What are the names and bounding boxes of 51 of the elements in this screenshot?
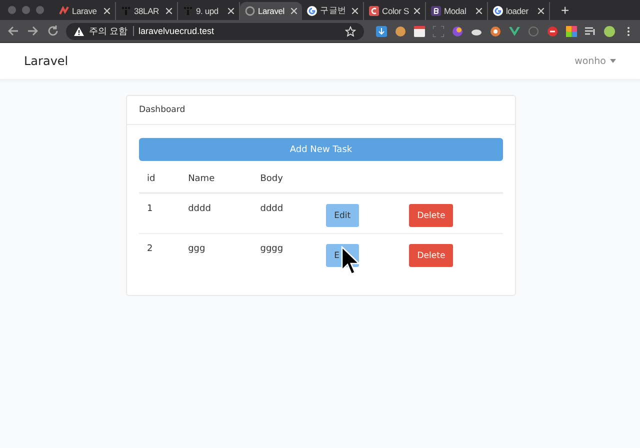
forward-icon[interactable] [26, 24, 40, 38]
table-cell: dddd [180, 193, 252, 234]
delete-button[interactable]: Delete [409, 244, 454, 267]
browser-tab[interactable]: Laravel [240, 2, 302, 20]
avatar-icon[interactable] [604, 26, 615, 36]
extension-icon[interactable] [490, 26, 501, 36]
vue-extension-icon[interactable] [509, 26, 520, 36]
close-tab-icon[interactable] [291, 8, 297, 14]
security-label[interactable]: 주의 요함 [89, 24, 128, 38]
back-icon[interactable] [6, 24, 20, 38]
card-header: Dashboard [127, 96, 515, 125]
close-tab-icon[interactable] [228, 8, 234, 14]
user-menu[interactable]: wonho [574, 56, 616, 66]
extension-icon[interactable] [547, 26, 558, 36]
site-icon [431, 6, 441, 16]
media-icon[interactable] [585, 26, 596, 36]
close-tab-icon[interactable] [166, 8, 172, 14]
site-icon [183, 6, 193, 16]
close-tab-icon[interactable] [476, 8, 482, 14]
site-icon [59, 6, 69, 16]
edit-button[interactable]: Edit [326, 204, 360, 227]
brand-link[interactable]: Laravel [24, 54, 68, 68]
close-tab-icon[interactable] [352, 8, 358, 14]
table-cell: 2 [139, 234, 180, 273]
table-cell: ggg [180, 234, 252, 273]
table-cell: 1 [139, 193, 180, 234]
column-header: Name [180, 165, 252, 193]
screenshot-extension-icon[interactable] [433, 26, 444, 36]
column-header: Body [252, 165, 318, 193]
calendar-extension-icon[interactable] [414, 26, 425, 36]
color-extension-icon[interactable] [452, 26, 463, 36]
url-text: laravelvuecrud.test [138, 26, 214, 36]
palette-extension-icon[interactable] [566, 26, 577, 36]
close-tab-icon[interactable] [414, 8, 420, 14]
site-icon [493, 6, 503, 16]
download-extension-icon[interactable] [376, 26, 387, 36]
caret-icon [610, 59, 616, 63]
address-bar[interactable]: 주의 요함 laravelvuecrud.test [66, 22, 364, 40]
site-icon [369, 6, 379, 16]
new-tab-button[interactable]: + [558, 2, 572, 18]
column-header: id [139, 165, 180, 193]
site-icon [121, 6, 131, 16]
reload-icon[interactable] [46, 24, 60, 38]
close-tab-icon[interactable] [104, 8, 110, 14]
star-icon[interactable] [345, 26, 356, 36]
warning-icon [74, 26, 84, 36]
table-cell: gggg [252, 234, 318, 273]
site-icon [307, 6, 317, 16]
table-cell: dddd [252, 193, 318, 234]
close-tab-icon[interactable] [538, 8, 544, 14]
delete-button[interactable]: Delete [409, 204, 454, 227]
